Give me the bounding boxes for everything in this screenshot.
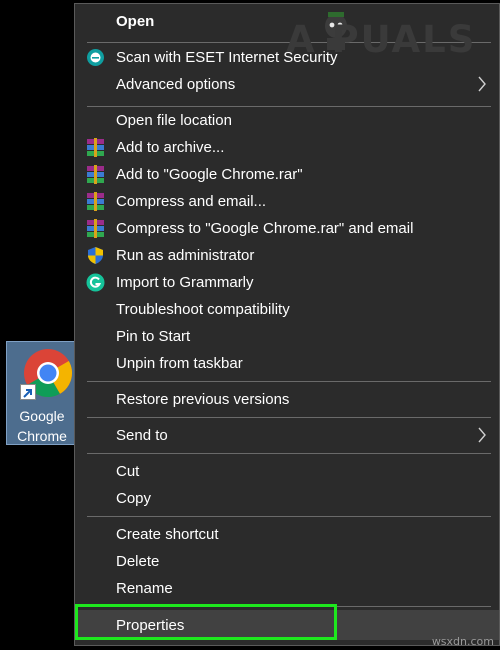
menu-item-label: Import to Grammarly — [116, 274, 254, 291]
uac-shield-icon — [88, 247, 103, 264]
chevron-right-icon — [478, 76, 486, 92]
menu-item-add-to-rar[interactable]: Add to "Google Chrome.rar" — [75, 161, 499, 188]
menu-item-label: Send to — [116, 427, 168, 444]
menu-item-label: Copy — [116, 490, 152, 507]
menu-item-unpin-taskbar[interactable]: Unpin from taskbar — [75, 350, 499, 377]
menu-item-delete[interactable]: Delete — [75, 548, 499, 575]
menu-separator — [87, 453, 491, 454]
menu-separator — [87, 516, 491, 517]
menu-item-open-file-location[interactable]: Open file location — [75, 107, 499, 134]
menu-item-label: Troubleshoot compatibility — [116, 301, 290, 318]
shortcut-arrow-icon — [20, 384, 36, 400]
menu-item-restore-previous[interactable]: Restore previous versions — [75, 386, 499, 413]
desktop-icon-label: Chrome — [17, 428, 67, 444]
menu-item-compress-rar-email[interactable]: Compress to "Google Chrome.rar" and emai… — [75, 215, 499, 242]
menu-item-advanced-options[interactable]: Advanced options — [75, 71, 499, 98]
winrar-icon — [87, 192, 104, 211]
menu-item-label: Cut — [116, 463, 140, 480]
appuals-watermark: A PUALS — [286, 18, 477, 61]
context-menu: Open Scan with ESET Internet Security Ad… — [74, 3, 500, 646]
menu-item-label: Unpin from taskbar — [116, 355, 243, 372]
menu-item-label: Open file location — [116, 112, 232, 129]
menu-item-label: Compress and email... — [116, 193, 267, 210]
menu-item-label: Run as administrator — [116, 247, 255, 264]
desktop-icon-label: Google — [19, 408, 65, 424]
eset-icon — [87, 49, 104, 66]
menu-separator — [87, 606, 491, 607]
menu-item-label: Restore previous versions — [116, 391, 290, 408]
menu-item-run-as-admin[interactable]: Run as administrator — [75, 242, 499, 269]
menu-separator — [87, 381, 491, 382]
menu-item-create-shortcut[interactable]: Create shortcut — [75, 521, 499, 548]
menu-item-label: Add to archive... — [116, 139, 225, 156]
menu-item-label: Add to "Google Chrome.rar" — [116, 166, 303, 183]
menu-item-troubleshoot[interactable]: Troubleshoot compatibility — [75, 296, 499, 323]
grammarly-icon — [86, 273, 105, 292]
winrar-icon — [87, 165, 104, 184]
winrar-icon — [87, 219, 104, 238]
menu-item-label: Pin to Start — [116, 328, 191, 345]
desktop-shortcut-google-chrome[interactable]: Google Chrome — [6, 341, 76, 445]
winrar-icon — [87, 138, 104, 157]
menu-item-label: Delete — [116, 553, 160, 570]
menu-item-cut[interactable]: Cut — [75, 458, 499, 485]
menu-separator — [87, 417, 491, 418]
menu-item-label: Compress to "Google Chrome.rar" and emai… — [116, 220, 414, 237]
menu-item-label: Advanced options — [116, 76, 236, 93]
menu-item-send-to[interactable]: Send to — [75, 422, 499, 449]
menu-item-pin-to-start[interactable]: Pin to Start — [75, 323, 499, 350]
menu-item-copy[interactable]: Copy — [75, 485, 499, 512]
menu-item-rename[interactable]: Rename — [75, 575, 499, 602]
chevron-right-icon — [478, 427, 486, 443]
menu-item-label: Create shortcut — [116, 526, 219, 543]
menu-item-compress-email[interactable]: Compress and email... — [75, 188, 499, 215]
menu-item-label: Properties — [116, 617, 185, 634]
menu-item-add-to-archive[interactable]: Add to archive... — [75, 134, 499, 161]
menu-item-import-grammarly[interactable]: Import to Grammarly — [75, 269, 499, 296]
site-watermark: wsxdn.com — [431, 635, 494, 648]
menu-item-label: Open — [116, 13, 155, 30]
menu-item-label: Rename — [116, 580, 173, 597]
